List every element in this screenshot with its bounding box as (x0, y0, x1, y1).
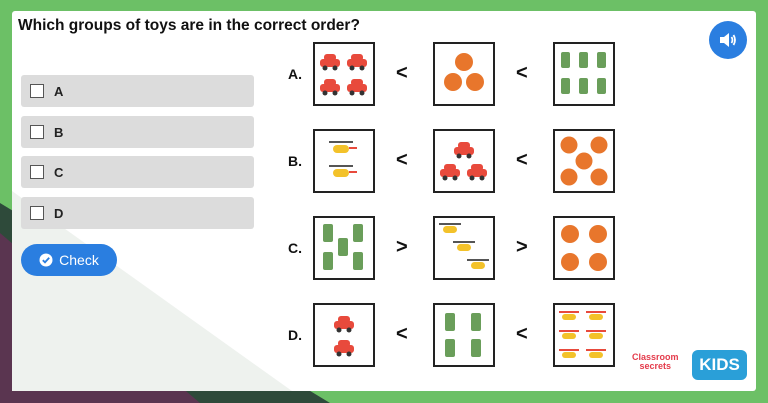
comparison-sign: > (396, 236, 408, 258)
helicopter-icon (467, 259, 489, 269)
helicopter-icon (586, 330, 606, 339)
comparison-sign: < (396, 323, 408, 345)
toy-group-balls-4 (553, 216, 615, 280)
ball-icon (466, 73, 484, 91)
dino-icon (597, 78, 606, 94)
option-d[interactable]: D (21, 197, 254, 229)
dino-icon (561, 78, 570, 94)
car-icon (334, 316, 354, 333)
comparison-sign: < (516, 149, 528, 171)
ball-icon (590, 168, 608, 186)
option-a[interactable]: A (21, 75, 254, 107)
dino-icon (579, 78, 588, 94)
audio-button[interactable] (709, 21, 747, 59)
option-label: D (54, 205, 64, 221)
helicopter-icon (329, 141, 357, 153)
dino-icon (597, 52, 606, 68)
quiz-panel: Which groups of toys are in the correct … (12, 11, 756, 391)
toy-group-cars-2 (313, 303, 375, 367)
question-text: Which groups of toys are in the correct … (18, 17, 360, 34)
toy-group-dinos-6 (553, 42, 615, 106)
car-icon (320, 79, 340, 96)
dino-icon (445, 313, 455, 331)
comparison-sign: < (516, 62, 528, 84)
dino-icon (445, 339, 455, 357)
car-icon (347, 54, 367, 71)
car-icon (454, 142, 474, 159)
car-icon (320, 54, 340, 71)
comparison-sign: < (396, 62, 408, 84)
helicopter-icon (559, 311, 579, 320)
helicopter-icon (329, 165, 357, 177)
helicopter-icon (453, 241, 475, 251)
toy-group-helicopters-6 (553, 303, 615, 367)
toy-group-balls-5 (553, 129, 615, 193)
helicopter-icon (586, 349, 606, 358)
ball-icon (455, 53, 473, 71)
dino-icon (471, 339, 481, 357)
ball-icon (575, 152, 593, 170)
toy-group-helicopters-2 (313, 129, 375, 193)
speaker-icon (720, 33, 736, 47)
ball-icon (560, 168, 578, 186)
brand-line-2: secrets (639, 361, 672, 371)
dino-icon (561, 52, 570, 68)
ball-icon (590, 136, 608, 154)
toy-group-cars-3 (433, 129, 495, 193)
car-icon (334, 340, 354, 357)
helicopter-icon (439, 223, 461, 233)
check-button[interactable]: Check (21, 244, 117, 276)
option-c[interactable]: C (21, 156, 254, 188)
option-label: A (54, 83, 64, 99)
check-label: Check (59, 252, 99, 268)
ball-icon (444, 73, 462, 91)
dino-icon (353, 252, 363, 270)
check-circle-icon (39, 253, 53, 267)
helicopter-icon (586, 311, 606, 320)
car-icon (347, 79, 367, 96)
ball-icon (589, 253, 607, 271)
dino-icon (579, 52, 588, 68)
row-label-d: D. (288, 327, 302, 343)
brand-kids-logo: KIDS (692, 350, 747, 380)
row-label-c: C. (288, 240, 302, 256)
checkbox[interactable] (30, 206, 44, 220)
helicopter-icon (559, 349, 579, 358)
dino-icon (338, 238, 348, 256)
helicopter-icon (559, 330, 579, 339)
car-icon (440, 164, 460, 181)
option-label: B (54, 124, 64, 140)
toy-group-helicopters-3 (433, 216, 495, 280)
dino-icon (323, 252, 333, 270)
ball-icon (560, 136, 578, 154)
toy-group-cars-4 (313, 42, 375, 106)
dino-icon (353, 224, 363, 242)
row-label-a: A. (288, 66, 302, 82)
checkbox[interactable] (30, 84, 44, 98)
dino-icon (323, 224, 333, 242)
option-b[interactable]: B (21, 116, 254, 148)
checkbox[interactable] (30, 125, 44, 139)
row-label-b: B. (288, 153, 302, 169)
comparison-sign: > (516, 236, 528, 258)
ball-icon (561, 253, 579, 271)
comparison-sign: < (396, 149, 408, 171)
ball-icon (589, 225, 607, 243)
checkbox[interactable] (30, 165, 44, 179)
dino-icon (471, 313, 481, 331)
ball-icon (561, 225, 579, 243)
comparison-sign: < (516, 323, 528, 345)
brand-logo-text: Classroom secrets (632, 353, 679, 371)
car-icon (467, 164, 487, 181)
toy-group-dinos-4b (433, 303, 495, 367)
toy-group-dinos-4 (313, 216, 375, 280)
option-label: C (54, 164, 64, 180)
toy-group-balls-3 (433, 42, 495, 106)
